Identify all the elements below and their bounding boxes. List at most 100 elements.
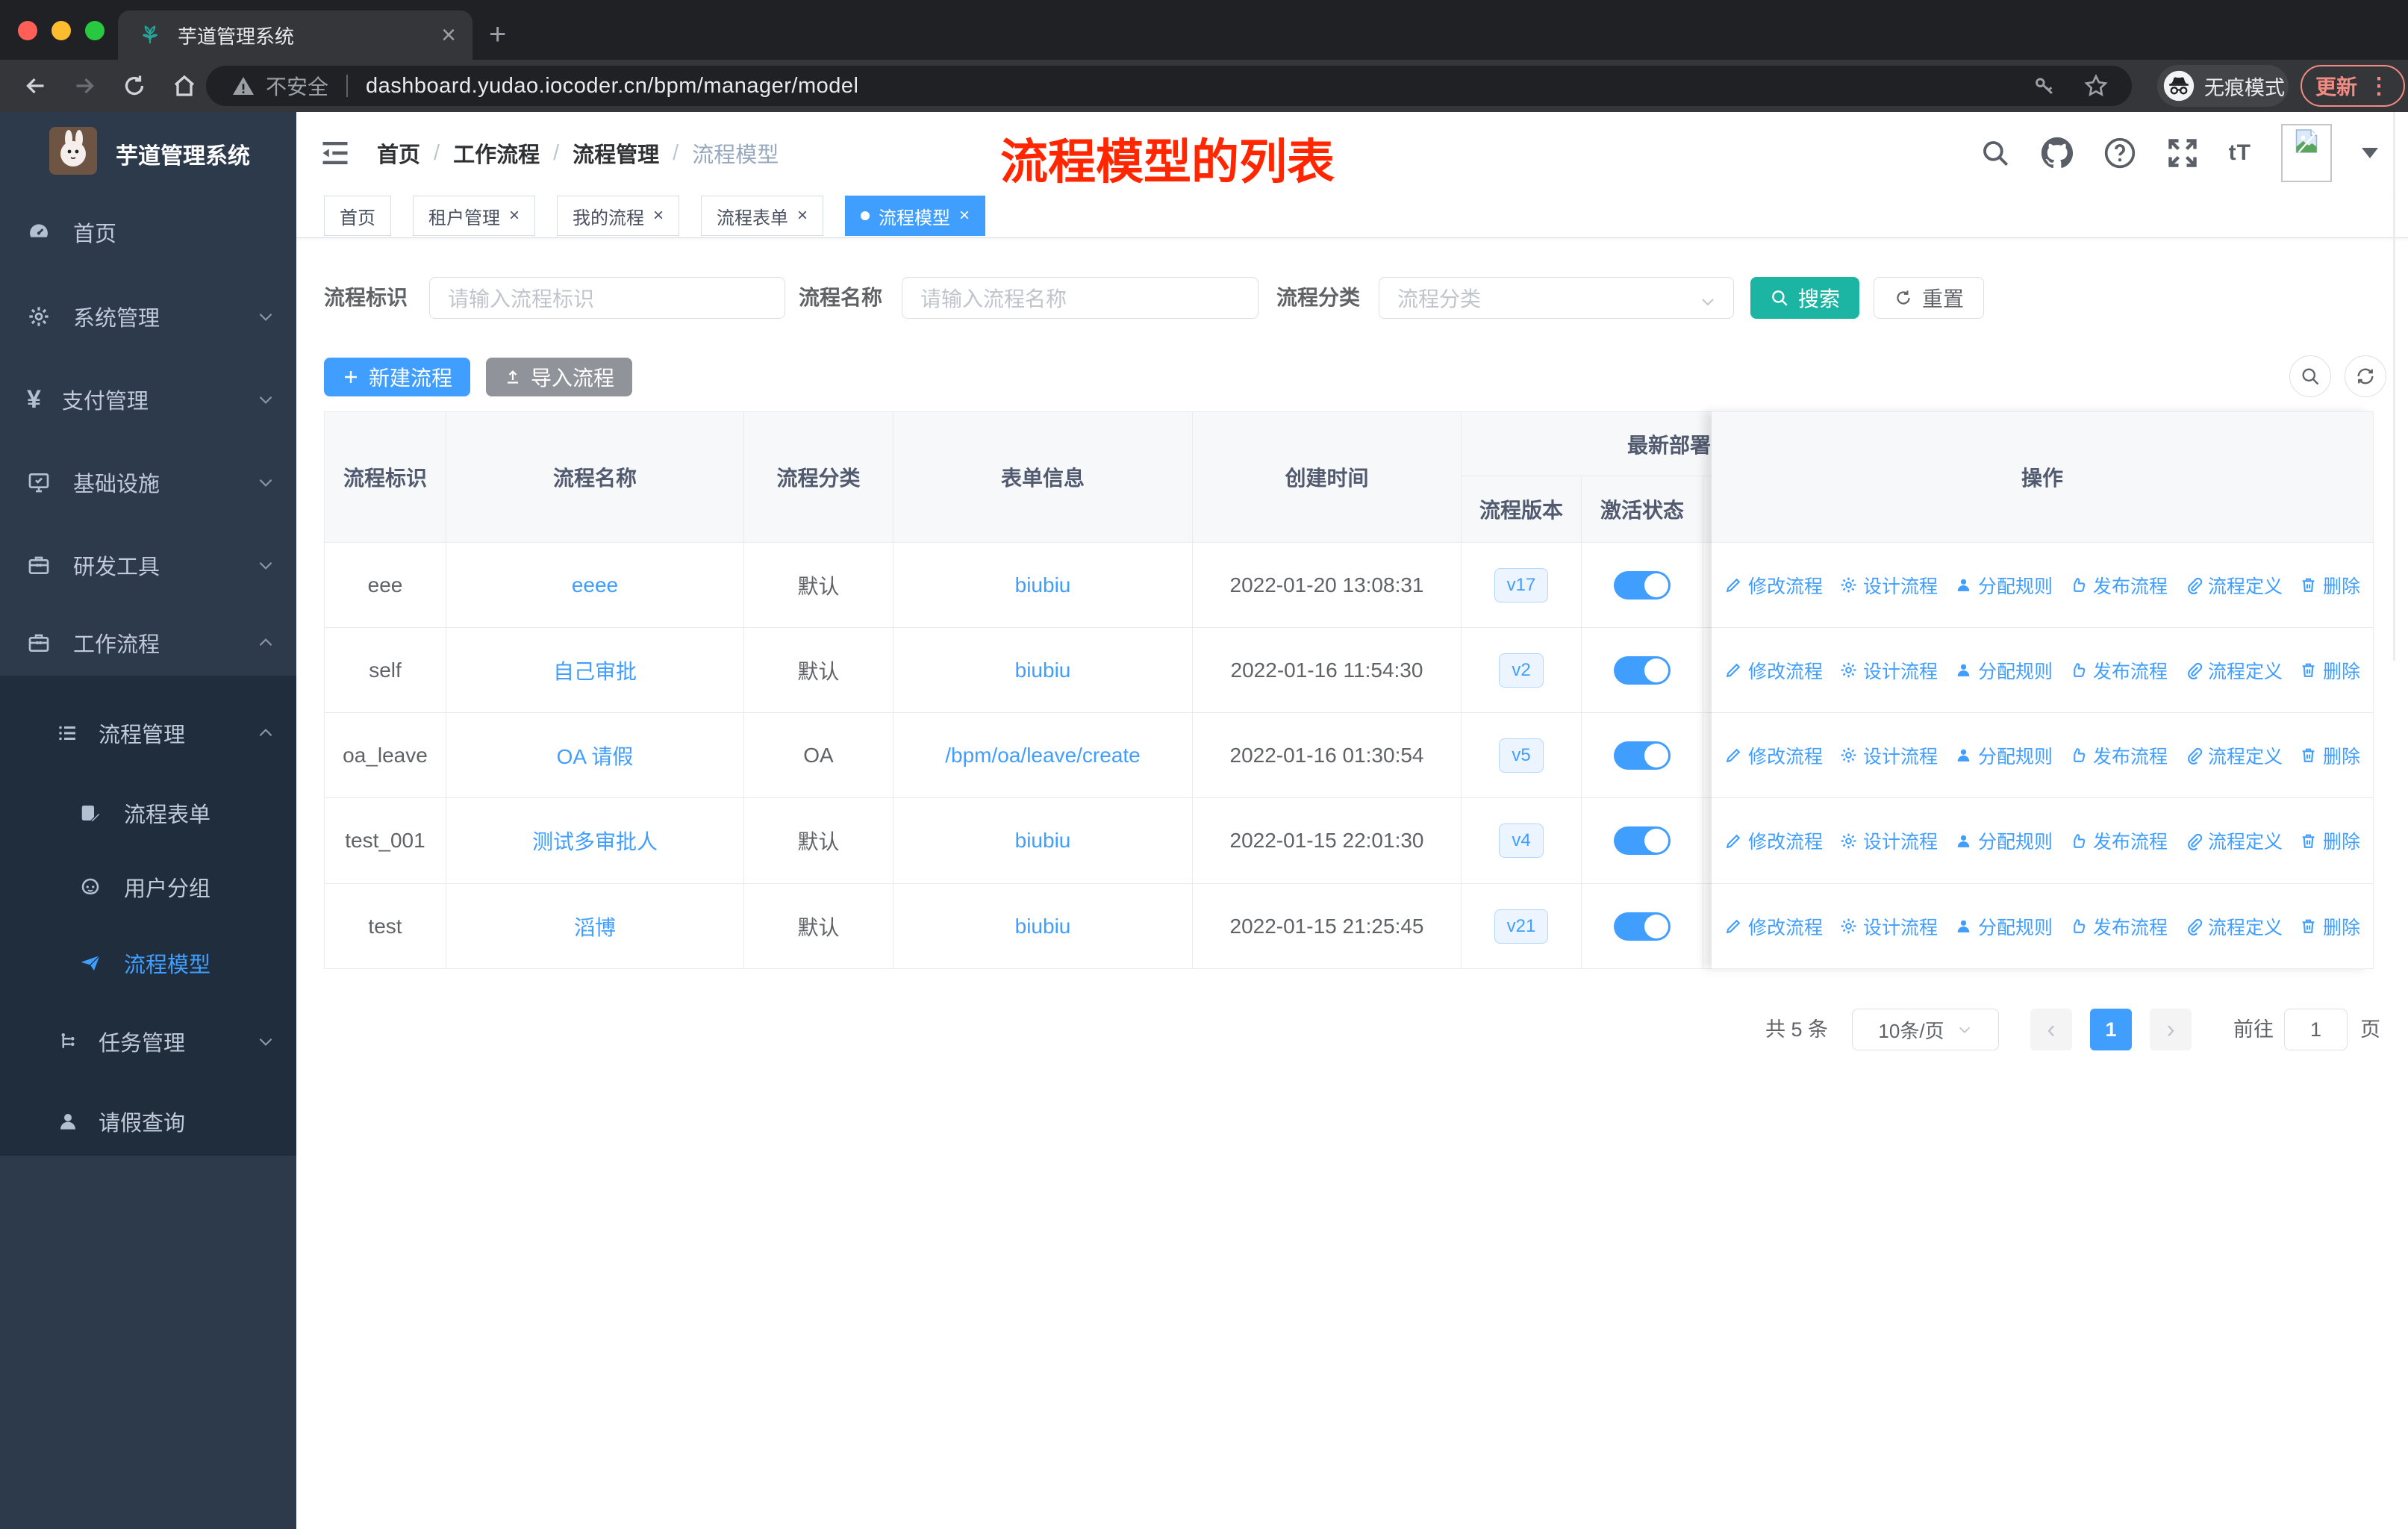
assign-rule-link[interactable]: 分配规则 <box>1954 572 2053 599</box>
security-label[interactable]: 不安全 <box>266 71 328 101</box>
search-icon[interactable] <box>1980 137 2011 169</box>
sidebar-item-payment[interactable]: ¥ 支付管理 <box>0 373 296 426</box>
sidebar-item-user-group[interactable]: 用户分组 <box>0 860 296 914</box>
sidebar-item-infra[interactable]: 基础设施 <box>0 455 296 509</box>
forward-icon[interactable] <box>71 72 98 99</box>
category-select[interactable]: 流程分类 <box>1379 277 1734 319</box>
col-header-name[interactable]: 流程名称 <box>446 412 744 543</box>
page-size-select[interactable]: 10条/页 <box>1852 1009 1999 1050</box>
sidebar-item-leave-query[interactable]: 请假查询 <box>0 1094 296 1148</box>
active-toggle[interactable] <box>1614 570 1671 600</box>
breadcrumb-workflow[interactable]: 工作流程 <box>453 137 540 169</box>
traffic-minimize-button[interactable] <box>52 21 71 40</box>
update-label[interactable]: 更新 <box>2315 71 2357 101</box>
delete-link[interactable]: 删除 <box>2299 742 2360 769</box>
fullscreen-icon[interactable] <box>2166 137 2199 169</box>
tab-close-icon[interactable]: × <box>441 22 456 48</box>
assign-rule-link[interactable]: 分配规则 <box>1954 657 2053 684</box>
publish-process-link[interactable]: 发布流程 <box>2069 657 2168 684</box>
col-header-active[interactable]: 激活状态 <box>1582 476 1703 543</box>
process-definition-link[interactable]: 流程定义 <box>2184 572 2283 599</box>
design-process-link[interactable]: 设计流程 <box>1839 657 1938 684</box>
browser-menu-icon[interactable]: ⋮ <box>2368 73 2390 99</box>
form-link[interactable]: biubiu <box>1015 829 1071 853</box>
form-link[interactable]: /bpm/oa/leave/create <box>945 744 1141 767</box>
form-link[interactable]: biubiu <box>1015 915 1071 938</box>
search-button[interactable]: 搜索 <box>1750 277 1859 319</box>
sidebar-item-task-mgmt[interactable]: 任务管理 <box>0 1015 296 1068</box>
table-refresh-button[interactable] <box>2345 355 2386 397</box>
sidebar-item-workflow[interactable]: 工作流程 <box>0 616 296 670</box>
chevron-down-icon[interactable] <box>2362 148 2378 158</box>
delete-link[interactable]: 删除 <box>2299 827 2360 854</box>
browser-update-button[interactable]: 更新 ⋮ <box>2301 65 2406 107</box>
col-header-created[interactable]: 创建时间 <box>1193 412 1462 543</box>
active-toggle[interactable] <box>1614 826 1671 855</box>
key-icon[interactable] <box>2032 73 2057 99</box>
bookmark-star-icon[interactable] <box>2083 72 2109 99</box>
modify-process-link[interactable]: 修改流程 <box>1724 827 1823 854</box>
process-name-link[interactable]: 自己审批 <box>553 655 637 685</box>
modify-process-link[interactable]: 修改流程 <box>1724 742 1823 769</box>
modify-process-link[interactable]: 修改流程 <box>1724 572 1823 599</box>
tag-close-icon[interactable]: × <box>797 207 808 225</box>
col-header-form[interactable]: 表单信息 <box>893 412 1193 543</box>
tag-process-form[interactable]: 流程表单 × <box>701 196 824 236</box>
sidebar-item-devtools[interactable]: 研发工具 <box>0 538 296 592</box>
publish-process-link[interactable]: 发布流程 <box>2069 742 2168 769</box>
modify-process-link[interactable]: 修改流程 <box>1724 913 1823 940</box>
sidebar-item-process-model[interactable]: 流程模型 <box>0 936 296 990</box>
active-toggle[interactable] <box>1614 912 1671 941</box>
scrollbar[interactable] <box>2393 112 2395 661</box>
delete-link[interactable]: 删除 <box>2299 913 2360 940</box>
next-page-button[interactable]: › <box>2150 1009 2192 1050</box>
design-process-link[interactable]: 设计流程 <box>1839 572 1938 599</box>
assign-rule-link[interactable]: 分配规则 <box>1954 913 2053 940</box>
identifier-input[interactable]: 请输入流程标识 <box>429 277 785 319</box>
tag-close-icon[interactable]: × <box>509 207 520 225</box>
assign-rule-link[interactable]: 分配规则 <box>1954 742 2053 769</box>
process-definition-link[interactable]: 流程定义 <box>2184 827 2283 854</box>
assign-rule-link[interactable]: 分配规则 <box>1954 827 2053 854</box>
tag-home[interactable]: 首页 <box>324 196 391 236</box>
design-process-link[interactable]: 设计流程 <box>1839 913 1938 940</box>
create-process-button[interactable]: 新建流程 <box>324 358 470 396</box>
modify-process-link[interactable]: 修改流程 <box>1724 657 1823 684</box>
avatar[interactable] <box>2281 124 2332 182</box>
breadcrumb-home[interactable]: 首页 <box>377 137 420 169</box>
design-process-link[interactable]: 设计流程 <box>1839 742 1938 769</box>
sidebar-item-process-form[interactable]: 流程表单 <box>0 786 296 840</box>
form-link[interactable]: biubiu <box>1015 658 1071 682</box>
hamburger-icon[interactable] <box>319 137 352 169</box>
col-header-id[interactable]: 流程标识 <box>325 412 446 543</box>
process-definition-link[interactable]: 流程定义 <box>2184 742 2283 769</box>
traffic-zoom-button[interactable] <box>85 21 105 40</box>
publish-process-link[interactable]: 发布流程 <box>2069 827 2168 854</box>
delete-link[interactable]: 删除 <box>2299 657 2360 684</box>
breadcrumb-process-mgmt[interactable]: 流程管理 <box>573 137 659 169</box>
logo-row[interactable]: 芋道管理系统 <box>0 112 296 202</box>
table-search-button[interactable] <box>2289 355 2331 397</box>
help-icon[interactable] <box>2103 137 2136 169</box>
publish-process-link[interactable]: 发布流程 <box>2069 572 2168 599</box>
current-page-button[interactable]: 1 <box>2090 1009 2132 1050</box>
process-name-link[interactable]: 测试多审批人 <box>532 826 658 856</box>
form-link[interactable]: biubiu <box>1015 573 1071 597</box>
tag-my-process[interactable]: 我的流程 × <box>557 196 680 236</box>
prev-page-button[interactable]: ‹ <box>2030 1009 2072 1050</box>
sidebar-item-process-mgmt[interactable]: 流程管理 <box>0 706 296 760</box>
col-header-category[interactable]: 流程分类 <box>744 412 893 543</box>
tag-tenant[interactable]: 租户管理 × <box>413 196 536 236</box>
goto-page-input[interactable]: 1 <box>2284 1009 2348 1050</box>
import-process-button[interactable]: 导入流程 <box>486 358 632 396</box>
github-icon[interactable] <box>2041 137 2074 169</box>
delete-link[interactable]: 删除 <box>2299 572 2360 599</box>
design-process-link[interactable]: 设计流程 <box>1839 827 1938 854</box>
reset-button[interactable]: 重置 <box>1874 277 1984 319</box>
browser-tab[interactable]: 芋道管理系统 × <box>118 10 472 60</box>
active-toggle[interactable] <box>1614 741 1671 770</box>
tag-process-model[interactable]: 流程模型 × <box>845 196 986 236</box>
home-icon[interactable] <box>171 72 198 99</box>
publish-process-link[interactable]: 发布流程 <box>2069 913 2168 940</box>
back-icon[interactable] <box>22 72 49 99</box>
